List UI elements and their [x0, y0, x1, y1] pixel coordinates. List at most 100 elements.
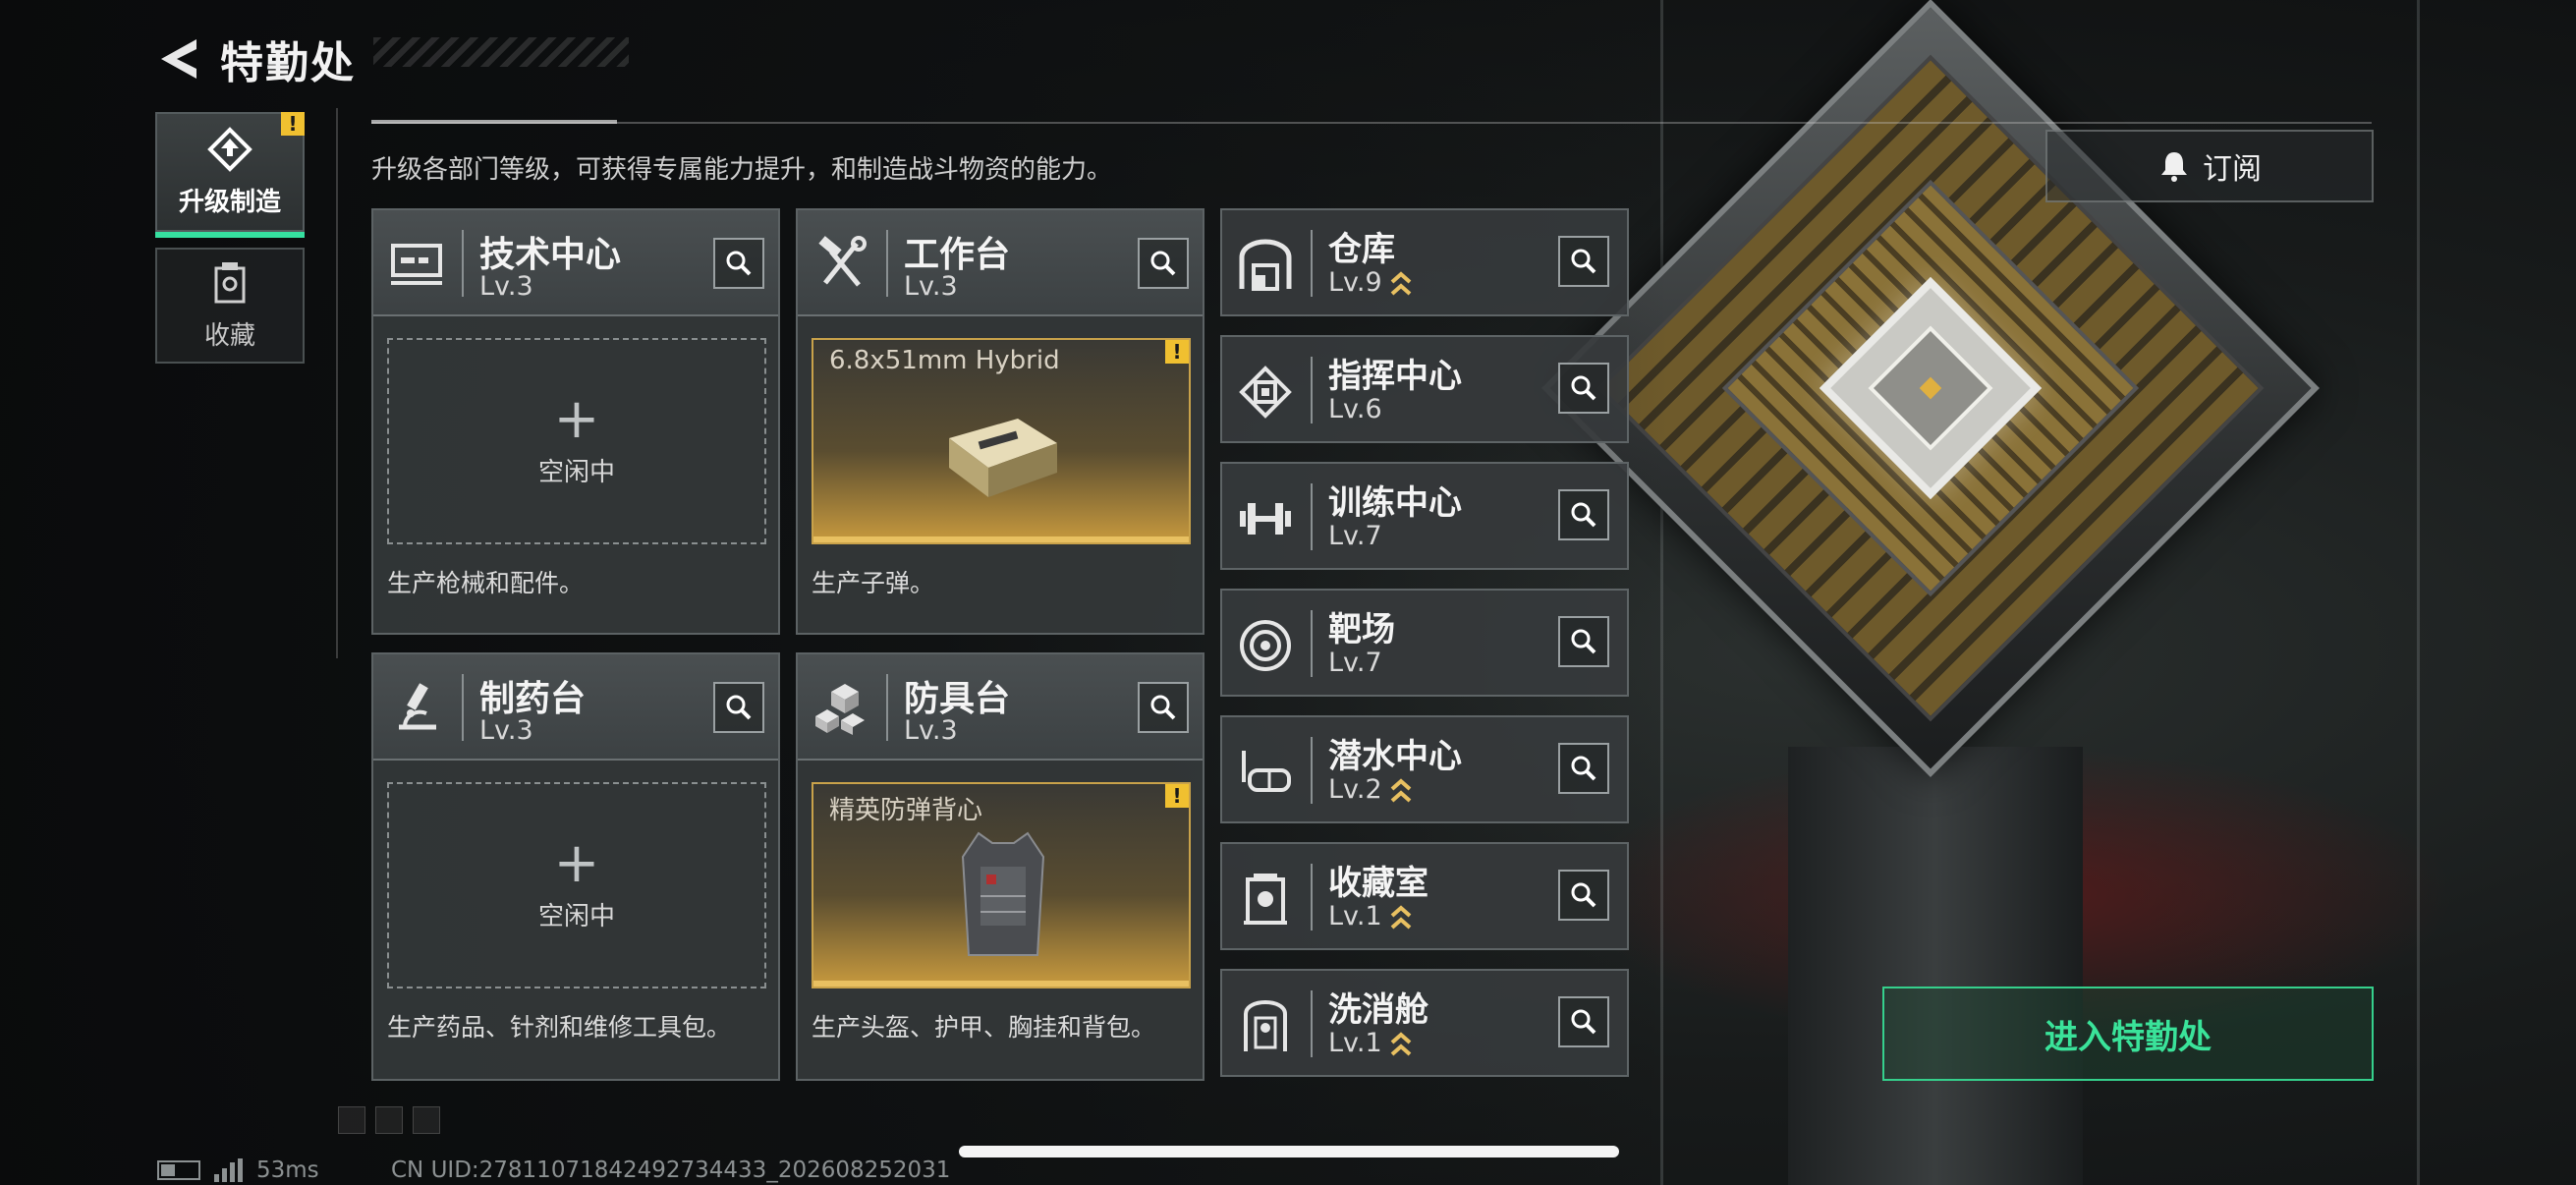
facility-level: Lv.3: [479, 271, 533, 302]
chip-icon: [1239, 366, 1292, 419]
page-description: 升级各部门等级，可获得专属能力提升，和制造战斗物资的能力。: [371, 155, 1113, 185]
facility-row-training-center[interactable]: 训练中心 Lv.7: [1220, 462, 1629, 570]
enter-special-ops-button[interactable]: 进入特勤处: [1882, 987, 2374, 1081]
facility-name: 工作台: [904, 235, 1011, 275]
collection-icon: [214, 261, 246, 303]
subscribe-button[interactable]: 订阅: [2045, 130, 2374, 202]
facility-card-pharmacy[interactable]: 制药台 Lv.3 + 空闲中 生产药品、针剂和维修工具包。: [371, 652, 780, 1081]
inspect-button[interactable]: [1558, 489, 1609, 540]
signal-icon: [214, 1158, 243, 1182]
facility-level: Lv.3: [904, 715, 958, 746]
inspect-button[interactable]: [713, 682, 764, 733]
armor-cubes-icon: [815, 684, 865, 735]
item-name: 6.8x51mm Hybrid: [829, 346, 1060, 375]
armor-vest-icon: [961, 831, 1045, 956]
production-slot-empty[interactable]: + 空闲中: [387, 338, 766, 544]
upgrade-available-icon: [1390, 1031, 1412, 1055]
facility-description: 生产枪械和配件。: [387, 569, 585, 597]
facility-card-armor-bench[interactable]: 防具台 Lv.3 精英防弹背心 ! 生产头盔、护甲、胸挂和背包。: [796, 652, 1204, 1081]
add-icon: +: [553, 830, 600, 895]
title-decoration: [373, 37, 629, 67]
upgrade-build-icon: [207, 126, 252, 172]
facility-card-workbench[interactable]: 工作台 Lv.3 6.8x51mm Hybrid ! 生产子弹。: [796, 208, 1204, 635]
facility-row-warehouse[interactable]: 仓库 Lv.9: [1220, 208, 1629, 316]
uid-text: CN UID:27811071842492734433_202608252031: [391, 1157, 951, 1183]
facility-row-command-center[interactable]: 指挥中心 Lv.6: [1220, 335, 1629, 443]
facility-name: 技术中心: [479, 235, 622, 275]
home-indicator[interactable]: [959, 1146, 1619, 1157]
decorative-icons: [338, 1106, 440, 1134]
upgrade-available-icon: [1390, 777, 1412, 802]
inspect-button[interactable]: [1558, 363, 1609, 414]
facility-description: 生产药品、针剂和维修工具包。: [387, 1013, 732, 1042]
facility-level: Lv.2: [1328, 774, 1382, 805]
facility-name: 靶场: [1328, 610, 1395, 649]
background-pillar: [1788, 747, 2083, 1185]
ping-text: 53ms: [256, 1157, 319, 1183]
warning-badge: !: [1165, 340, 1189, 364]
search-icon: [1571, 502, 1596, 528]
page-title: 特勤处: [220, 38, 356, 88]
sidebar-item-label: 收藏: [203, 320, 255, 351]
facility-level: Lv.6: [1328, 394, 1382, 424]
facility-name: 收藏室: [1328, 864, 1428, 903]
monitor-icon: [391, 244, 442, 285]
inspect-button[interactable]: [1558, 996, 1609, 1047]
facility-description: 生产头盔、护甲、胸挂和背包。: [812, 1013, 1156, 1042]
facility-name: 训练中心: [1328, 483, 1462, 523]
sidebar-tab-upgrade[interactable]: 升级制造 !: [155, 112, 305, 238]
search-icon: [1571, 756, 1596, 781]
search-icon: [1571, 1009, 1596, 1035]
inspect-button[interactable]: [1558, 870, 1609, 921]
search-icon: [1571, 375, 1596, 401]
hammer-wrench-icon: [818, 236, 867, 287]
inspect-button[interactable]: [1558, 616, 1609, 667]
upgrade-available-icon: [1390, 904, 1412, 929]
facility-row-shooting-range[interactable]: 靶场 Lv.7: [1220, 589, 1629, 697]
production-slot-busy[interactable]: 精英防弹背心 !: [812, 782, 1191, 988]
facility-level: Lv.9: [1328, 267, 1382, 298]
decon-chamber-icon: [1244, 999, 1287, 1051]
divider-vertical: [336, 108, 338, 658]
facility-level: Lv.7: [1328, 521, 1382, 551]
sidebar-item-label: 升级制造: [178, 187, 281, 217]
divider-accent: [371, 120, 617, 124]
facility-name: 潜水中心: [1328, 737, 1462, 776]
inspect-button[interactable]: [1138, 682, 1189, 733]
inspect-button[interactable]: [1558, 743, 1609, 794]
divider: [371, 122, 2372, 124]
inspect-button[interactable]: [713, 238, 764, 289]
subscribe-label: 订阅: [2203, 152, 2262, 187]
facility-row-decontamination[interactable]: 洗消舱 Lv.1: [1220, 969, 1629, 1077]
production-slot-busy[interactable]: 6.8x51mm Hybrid !: [812, 338, 1191, 544]
inspect-button[interactable]: [1558, 236, 1609, 287]
sidebar-tab-collection[interactable]: 收藏: [155, 248, 305, 364]
slot-status: 空闲中: [537, 901, 615, 931]
search-icon: [1571, 882, 1596, 908]
battery-icon: [157, 1160, 200, 1180]
collection-room-icon: [1244, 874, 1287, 925]
add-icon: +: [553, 386, 600, 451]
ammo-box-icon: [949, 419, 1057, 497]
target-icon: [1240, 620, 1291, 671]
facility-level: Lv.1: [1328, 1028, 1382, 1058]
facility-row-diving-center[interactable]: 潜水中心 Lv.2: [1220, 715, 1629, 823]
facility-description: 生产子弹。: [812, 569, 935, 597]
production-slot-empty[interactable]: + 空闲中: [387, 782, 766, 988]
back-arrow-icon[interactable]: [157, 35, 200, 83]
warning-badge: !: [1165, 784, 1189, 808]
facility-card-tech-center[interactable]: 技术中心 Lv.3 + 空闲中 生产枪械和配件。: [371, 208, 780, 635]
facility-name: 仓库: [1328, 230, 1395, 269]
facility-row-collection-room[interactable]: 收藏室 Lv.1: [1220, 842, 1629, 950]
search-icon: [1150, 695, 1176, 720]
background-beam: [2417, 0, 2420, 1185]
inspect-button[interactable]: [1138, 238, 1189, 289]
bell-icon: [2161, 152, 2187, 182]
facility-name: 指挥中心: [1328, 357, 1462, 396]
item-name: 精英防弹背心: [829, 796, 983, 825]
facility-level: Lv.3: [904, 271, 958, 302]
header: 特勤处: [157, 28, 356, 90]
search-icon: [1571, 629, 1596, 654]
facility-level: Lv.1: [1328, 901, 1382, 931]
facility-name: 制药台: [479, 679, 587, 719]
